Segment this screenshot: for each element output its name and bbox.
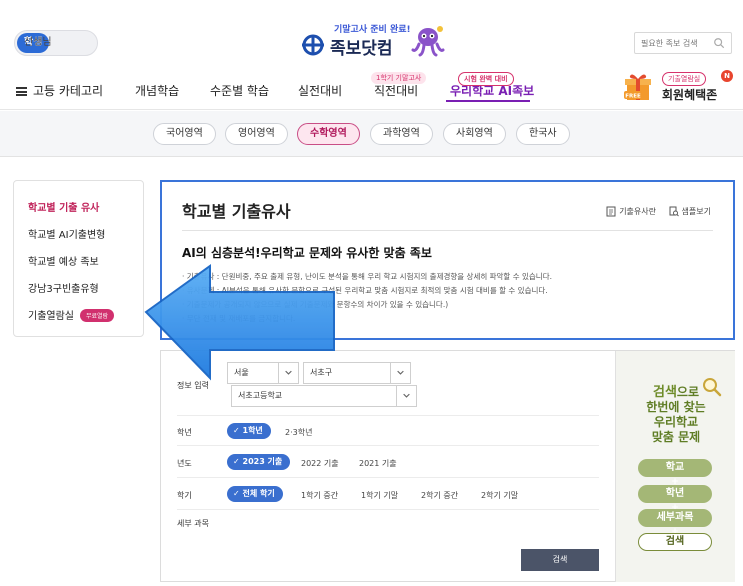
term-option[interactable]: 1학기 기말 — [361, 490, 398, 501]
promo-step-grade: 학년 — [638, 485, 712, 503]
grade-selected-label: 1학년 — [242, 426, 263, 435]
nav-final-prep[interactable]: 1학기 기말고사 직전대비 — [371, 72, 427, 99]
sample-info-label: 기출유사란 — [619, 207, 656, 216]
nav-final-prep-label: 직전대비 — [374, 84, 419, 98]
octopus-mascot-icon — [411, 26, 445, 57]
form-divider — [177, 509, 599, 510]
detail-subject-label: 세부 과목 — [177, 519, 209, 528]
form-divider — [177, 445, 599, 446]
term-option[interactable]: 2학기 기말 — [481, 490, 518, 501]
form-divider — [177, 415, 599, 416]
subject-korean-history[interactable]: 한국사 — [516, 123, 570, 145]
year-label: 년도 — [177, 459, 192, 468]
year-chip-selected[interactable]: ✓ 2023 기출 — [227, 454, 291, 470]
free-view-badge: 무료열람 — [80, 309, 115, 322]
header-links: 기출유사란 샘플보기 — [596, 206, 711, 219]
term-label: 학기 — [177, 491, 192, 500]
promo-step-search: 검색 — [638, 533, 712, 551]
sample-view-label: 샘플보기 — [681, 207, 711, 216]
sidebar-item-reading-room[interactable]: 기출열람실 무료열람 — [28, 307, 115, 322]
magnify-document-icon — [669, 206, 679, 217]
header-search[interactable] — [634, 32, 732, 54]
nav-category[interactable]: 고등 카테고리 — [16, 82, 103, 99]
site-header: 학생 선생님 기말고사 준비 완료! 족보닷컴 필요한 족보 검색 고등 카테고… — [0, 0, 743, 110]
nav-concept[interactable]: 개념학습 — [135, 82, 179, 99]
promo-step-school: 학교 — [638, 459, 712, 477]
site-logo[interactable]: 기말고사 준비 완료! 족보닷컴 — [300, 22, 450, 62]
nav-school-ai-badge: 시험 완벽 대비 — [458, 72, 514, 86]
grade-label: 학년 — [177, 428, 192, 437]
chevron-down-icon — [396, 386, 410, 406]
promo-step-subject: 세부과목 — [638, 509, 712, 527]
search-button[interactable]: 검색 — [521, 549, 599, 571]
magnifier-icon — [703, 378, 722, 397]
nav-school-ai-label: 우리학교 AI족보 — [450, 84, 535, 98]
year-selected-label: 2023 기출 — [242, 457, 283, 466]
logo-name: 족보닷컴 — [330, 39, 393, 59]
member-pill: 기출열람실 — [662, 72, 707, 86]
chevron-down-icon — [390, 363, 404, 383]
title-divider — [182, 230, 713, 231]
promo-line2: 한번에 찾는 — [646, 400, 706, 414]
promo-line1-rest: 으로 — [676, 385, 699, 399]
school-value: 서초고등학교 — [238, 391, 283, 400]
search-form: 정보 입력 서울 서초구 서초고등학교 학년 ✓ 1학년 2·3학년 년도 ✓ … — [160, 350, 735, 582]
document-icon — [606, 206, 616, 217]
year-option[interactable]: 2022 기출 — [301, 458, 339, 469]
nav-category-label: 고등 카테고리 — [33, 84, 104, 98]
subject-korean[interactable]: 국어영역 — [153, 123, 216, 145]
subject-science[interactable]: 과학영역 — [370, 123, 433, 145]
role-teacher-option[interactable]: 선생님 — [17, 33, 59, 53]
sample-info-link[interactable]: 기출유사란 — [606, 206, 656, 217]
sidebar-item-ai-variant[interactable]: 학교별 AI기출변형 — [28, 226, 105, 241]
new-badge: N — [721, 70, 733, 82]
pointer-arrow-icon — [144, 264, 335, 381]
term-chip-selected[interactable]: ✓ 전체 학기 — [227, 486, 283, 502]
sidebar-item-expected[interactable]: 학교별 예상 족보 — [28, 253, 99, 268]
sidebar-item-gangnam[interactable]: 강남3구빈출유형 — [28, 280, 99, 295]
year-option[interactable]: 2021 기출 — [359, 458, 397, 469]
subject-english[interactable]: 영어영역 — [225, 123, 288, 145]
sample-view-link[interactable]: 샘플보기 — [669, 206, 711, 217]
subject-social[interactable]: 사회영역 — [443, 123, 506, 145]
nav-level-study[interactable]: 수준별 학습 — [210, 82, 269, 99]
term-option[interactable]: 1학기 중간 — [301, 490, 338, 501]
subject-math[interactable]: 수학영역 — [297, 123, 360, 145]
school-select[interactable]: 서초고등학교 — [231, 385, 417, 407]
member-label: 회원혜택존 — [662, 88, 718, 102]
left-sidebar: 학교별 기출 유사 학교별 AI기출변형 학교별 예상 족보 강남3구빈출유형 … — [13, 180, 144, 337]
term-selected-label: 전체 학기 — [242, 489, 275, 498]
promo-line4: 맞춤 문제 — [651, 430, 701, 444]
sidebar-item-reading-room-label: 기출열람실 — [28, 311, 74, 322]
nav-practice[interactable]: 실전대비 — [298, 82, 342, 99]
page-title: 학교별 기출유사 — [182, 202, 291, 221]
subject-bar: 국어영역 영어영역 수학영역 과학영역 사회영역 한국사 — [0, 111, 743, 157]
nav-active-underline — [446, 100, 530, 102]
gift-free-label: FREE — [625, 94, 641, 100]
logo-mark-icon — [302, 34, 324, 56]
promo-line3: 우리학교 — [653, 415, 699, 429]
search-icon[interactable] — [713, 36, 725, 50]
nav-final-prep-badge: 1학기 기말고사 — [371, 72, 427, 84]
gift-box-icon: FREE — [624, 74, 651, 100]
promo-line1-bold: 검색 — [652, 385, 677, 400]
search-promo-panel: 검색으로 한번에 찾는 우리학교 맞춤 문제 학교 + 학년 + 세부과목 + … — [615, 351, 735, 582]
nav-school-ai[interactable]: 시험 완벽 대비 우리학교 AI족보 — [450, 72, 535, 99]
sidebar-item-school-similar[interactable]: 학교별 기출 유사 — [28, 199, 99, 214]
term-option[interactable]: 2학기 중간 — [421, 490, 458, 501]
menu-icon — [16, 87, 27, 96]
page: 학생 선생님 기말고사 준비 완료! 족보닷컴 필요한 족보 검색 고등 카테고… — [0, 0, 743, 586]
role-toggle[interactable]: 학생 선생님 — [14, 30, 98, 56]
header-search-input[interactable] — [641, 38, 713, 48]
section-subtitle: AI의 심층분석!우리학교 문제와 유사한 맞춤 족보 — [182, 246, 432, 260]
member-benefit-zone[interactable]: FREE 기출열람실 N 회원혜택존 — [622, 70, 740, 104]
grade-chip-selected[interactable]: ✓ 1학년 — [227, 423, 271, 439]
grade-option[interactable]: 2·3학년 — [285, 427, 312, 438]
form-divider — [177, 477, 599, 478]
